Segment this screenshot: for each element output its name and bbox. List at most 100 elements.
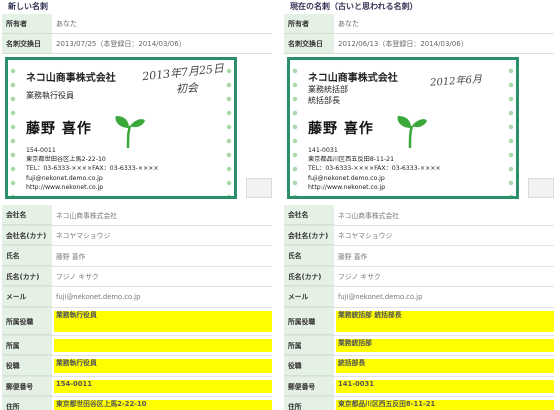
card-postal: 141-0031	[308, 147, 338, 154]
field-row-postal: 郵便番号 154-0011	[2, 376, 272, 397]
card-dot-border	[8, 60, 18, 196]
card-name: 藤野 喜作	[26, 121, 92, 137]
card-name: 藤野 喜作	[308, 121, 374, 137]
field-value: 藤野 喜作	[56, 252, 86, 261]
field-label: 郵便番号	[284, 376, 334, 396]
panel-divider	[274, 0, 282, 410]
card-address-block: 141-0031 東京都品川区西五反田8-11-21 TEL：03-6333-×…	[308, 146, 441, 192]
exchange-date-label: 名刺交換日	[284, 34, 334, 54]
field-label: 郵便番号	[2, 376, 52, 396]
field-value: ネコ山商事株式会社	[56, 211, 118, 220]
field-row-address: 住所 東京都世田谷区上馬2-22-10	[2, 397, 272, 410]
field-label: 会社名(カナ)	[284, 225, 334, 245]
field-label: 会社名(カナ)	[2, 225, 52, 245]
business-card-image[interactable]: ネコ山商事株式会社 2012年6月 業務統括部 統括部長 藤野 喜作 141-0…	[287, 57, 519, 199]
field-value-highlighted: 141-0031	[336, 379, 554, 393]
card-dot-border	[506, 60, 516, 196]
field-label: 所属役職	[2, 307, 52, 335]
sprout-logo-icon	[397, 116, 427, 149]
field-row-email: メール fuji@nekonet.demo.co.jp	[284, 287, 554, 308]
field-row-company: 会社名 ネコ山商事株式会社	[2, 205, 272, 226]
handwritten-date: 2012年6月	[429, 74, 483, 89]
field-value-highlighted: 統括部長	[336, 359, 554, 373]
field-value: fuji@nekonet.demo.co.jp	[56, 292, 141, 301]
card-tel-fax: TEL：03-6333-××××FAX：03-6333-××××	[26, 165, 159, 173]
field-label: 役職	[284, 356, 334, 376]
owner-value: あなた	[52, 14, 272, 34]
card-role-line: 業務執行役員	[26, 91, 74, 100]
field-value-highlighted: 東京都品川区西五反田8-11-21	[336, 400, 554, 410]
field-label: 会社名	[284, 205, 334, 225]
sprout-logo-icon	[115, 116, 145, 149]
field-row-name-kana: 氏名(カナ) フジノ キサク	[284, 266, 554, 287]
exchange-date-value: 2012/06/13（本登録日：2014/03/06）	[334, 34, 554, 54]
field-label: 所属役職	[284, 307, 334, 335]
field-label: 所属	[284, 335, 334, 355]
owner-label: 所有者	[284, 14, 334, 34]
new-card-panel: 新しい名刺 所有者 あなた 名刺交換日 2013/07/25（本登録日：2014…	[2, 0, 272, 410]
field-value-highlighted: 東京都世田谷区上馬2-22-10	[54, 400, 272, 410]
owner-value: あなた	[334, 14, 554, 34]
owner-row: 所有者 あなた	[2, 14, 272, 34]
card-dot-border	[224, 60, 234, 196]
field-label: メール	[2, 287, 52, 307]
field-row-company: 会社名 ネコ山商事株式会社	[284, 205, 554, 226]
field-value: fuji@nekonet.demo.co.jp	[338, 292, 423, 301]
field-value-highlighted	[54, 338, 272, 352]
card-fields-table: 会社名 ネコ山商事株式会社 会社名(カナ) ネコヤマショウジ 氏名 藤野 喜作 氏名(…	[284, 205, 554, 410]
card-email: fuji@nekonet.demo.co.jp	[26, 174, 103, 182]
card-side-button[interactable]	[528, 178, 554, 198]
card-company: ネコ山商事株式会社	[308, 73, 398, 84]
card-dot-border	[290, 60, 300, 196]
field-row-name: 氏名 藤野 喜作	[2, 246, 272, 267]
field-value: フジノ キサク	[338, 273, 381, 282]
current-card-panel: 現在の名刺（古いと思われる名刺） 所有者 あなた 名刺交換日 2012/06/1…	[284, 0, 554, 410]
card-role-line: 業務統括部	[308, 85, 348, 94]
field-row-department-title: 所属役職 業務統括部 統括部長	[284, 307, 554, 336]
card-address-block: 154-0011 東京都世田谷区上馬2-22-10 TEL：03-6333-××…	[26, 146, 159, 192]
field-label: 氏名	[2, 246, 52, 266]
panel-title: 新しい名刺	[2, 0, 272, 14]
field-row-address: 住所 東京都品川区西五反田8-11-21	[284, 397, 554, 410]
field-value: ネコヤマショウジ	[56, 232, 111, 241]
field-label: 氏名	[284, 246, 334, 266]
field-label: 住所	[2, 397, 52, 410]
owner-label: 所有者	[2, 14, 52, 34]
field-row-postal: 郵便番号 141-0031	[284, 376, 554, 397]
field-row-company-kana: 会社名(カナ) ネコヤマショウジ	[284, 225, 554, 246]
field-label: 所属	[2, 335, 52, 355]
field-row-email: メール fuji@nekonet.demo.co.jp	[2, 287, 272, 308]
exchange-date-row: 名刺交換日 2012/06/13（本登録日：2014/03/06）	[284, 34, 554, 54]
card-url: http://www.nekonet.co.jp	[308, 183, 386, 191]
owner-row: 所有者 あなた	[284, 14, 554, 34]
card-postal: 154-0011	[26, 147, 56, 154]
field-row-department: 所属 業務統括部	[284, 335, 554, 356]
field-value-highlighted: 業務統括部	[336, 338, 554, 352]
card-side-button[interactable]	[246, 178, 272, 198]
field-label: 氏名(カナ)	[284, 266, 334, 286]
card-role-line: 統括部長	[308, 96, 340, 105]
field-label: 会社名	[2, 205, 52, 225]
field-label: メール	[284, 287, 334, 307]
card-address: 東京都世田谷区上馬2-22-10	[26, 156, 106, 164]
field-row-department-title: 所属役職 業務執行役員	[2, 307, 272, 336]
field-value: ネコ山商事株式会社	[338, 211, 400, 220]
exchange-date-row: 名刺交換日 2013/07/25（本登録日：2014/03/06）	[2, 34, 272, 54]
card-fields-table: 会社名 ネコ山商事株式会社 会社名(カナ) ネコヤマショウジ 氏名 藤野 喜作 氏名(…	[2, 205, 272, 410]
card-company: ネコ山商事株式会社	[26, 73, 116, 84]
business-card-image[interactable]: ネコ山商事株式会社 2013年7月25日 初会 業務執行役員 藤野 喜作 154…	[5, 57, 237, 199]
card-url: http://www.nekonet.co.jp	[26, 183, 104, 191]
card-address: 東京都品川区西五反田8-11-21	[308, 156, 395, 164]
field-label: 住所	[284, 397, 334, 410]
field-value-highlighted: 業務執行役員	[54, 310, 272, 332]
field-row-title: 役職 統括部長	[284, 356, 554, 377]
field-value-highlighted: 業務執行役員	[54, 359, 272, 373]
field-value: 藤野 喜作	[338, 252, 368, 261]
panel-title: 現在の名刺（古いと思われる名刺）	[284, 0, 554, 14]
field-row-company-kana: 会社名(カナ) ネコヤマショウジ	[2, 225, 272, 246]
field-value-highlighted: 業務統括部 統括部長	[336, 310, 554, 332]
card-tel-fax: TEL：03-6333-××××FAX：03-6333-××××	[308, 165, 441, 173]
field-row-name: 氏名 藤野 喜作	[284, 246, 554, 267]
field-row-name-kana: 氏名(カナ) フジノ キサク	[2, 266, 272, 287]
handwritten-note: 初会	[175, 81, 199, 96]
